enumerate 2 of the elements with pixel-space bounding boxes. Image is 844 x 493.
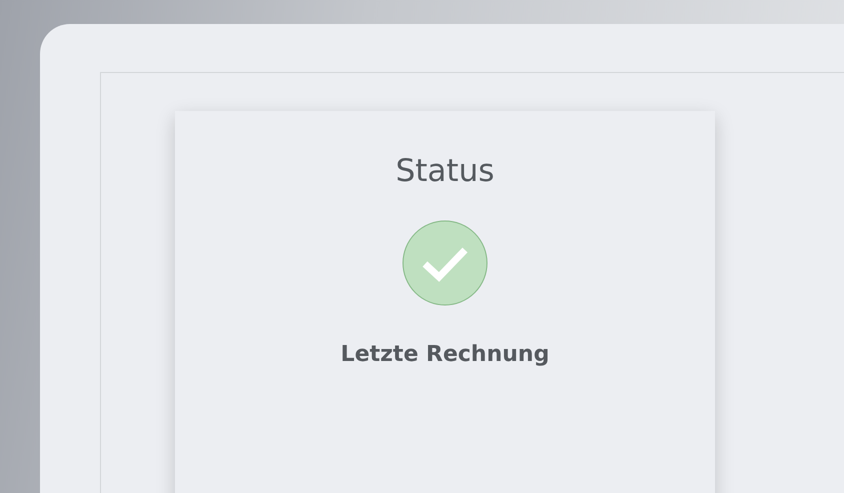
card-title: Status [396, 152, 494, 191]
card-label: Letzte Rechnung [340, 341, 550, 369]
